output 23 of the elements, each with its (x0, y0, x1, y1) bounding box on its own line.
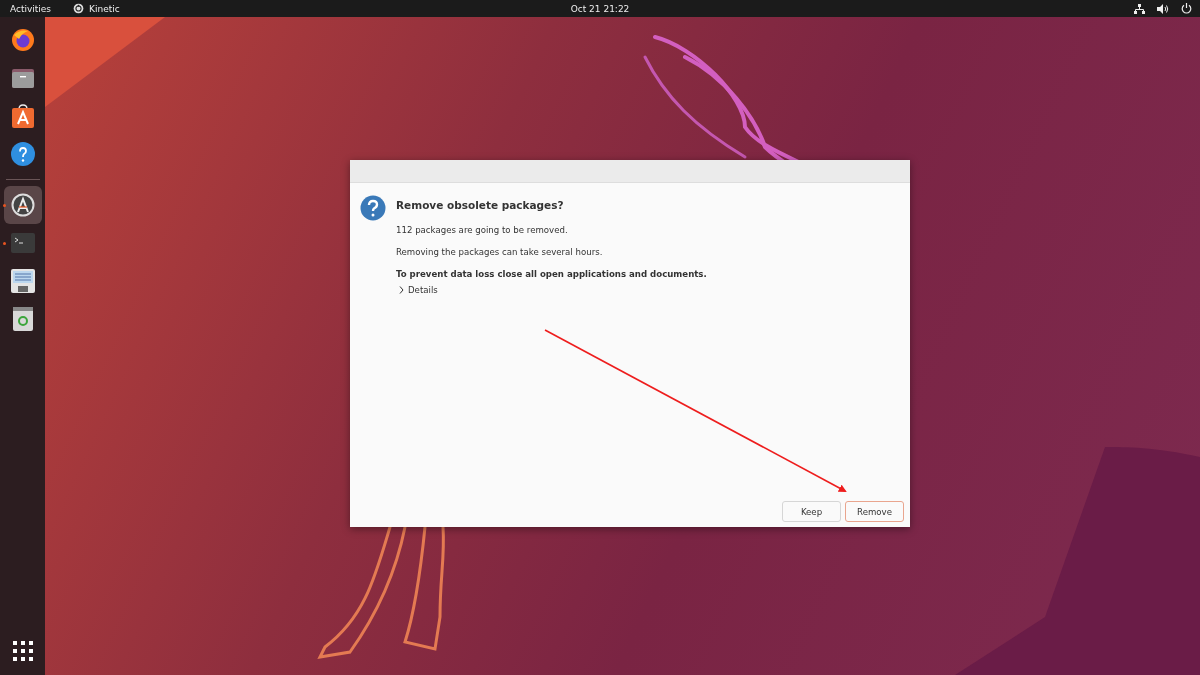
document-launcher[interactable] (9, 268, 36, 294)
speaker-icon[interactable] (1157, 3, 1169, 14)
circle-logo-icon (73, 3, 85, 14)
power-icon[interactable] (1181, 3, 1192, 14)
shopping-bag-launcher[interactable] (9, 103, 36, 129)
details-expander[interactable]: Details (399, 285, 438, 295)
chevron-icon (399, 286, 404, 294)
dialog-message: To prevent data loss close all open applications and documents. (396, 269, 707, 279)
terminal-launcher[interactable] (9, 230, 36, 256)
clock[interactable]: Oct 21 21:22 (570, 3, 630, 14)
activities-button[interactable]: Activities (10, 3, 52, 14)
app-grid-icon[interactable] (12, 641, 33, 661)
updater-launcher[interactable] (3, 186, 42, 224)
dialog-message: Removing the packages can take several hours. (396, 247, 604, 257)
globe-launcher[interactable] (9, 27, 36, 53)
question-icon (360, 195, 386, 221)
question-launcher[interactable] (9, 141, 36, 167)
dialog-button[interactable]: Remove (845, 501, 904, 522)
dialog-message: 112 packages are going to be removed. (396, 225, 569, 235)
network-icon[interactable] (1134, 3, 1145, 14)
app-menu[interactable]: Kinetic (89, 3, 120, 14)
dialog-title: Remove obsolete packages? (396, 199, 564, 211)
dialog-button[interactable]: Keep (782, 501, 841, 522)
